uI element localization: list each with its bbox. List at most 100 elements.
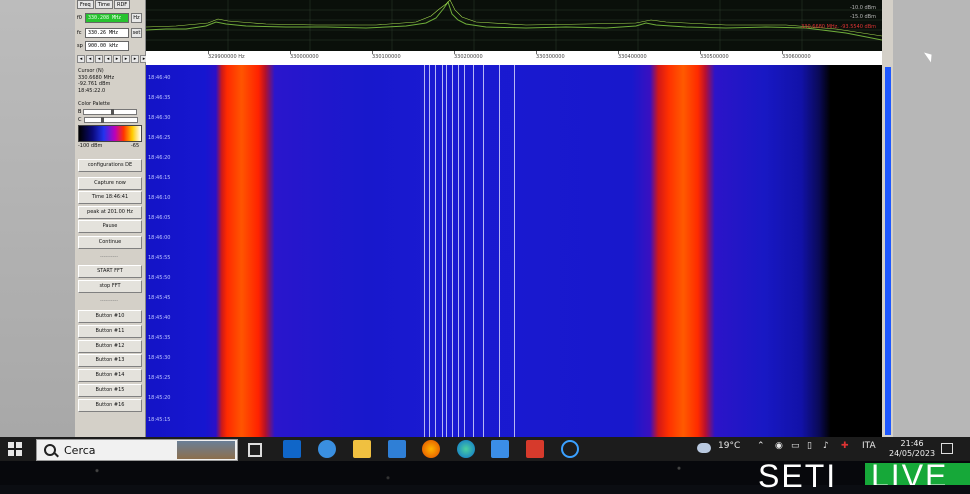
tray-monitor-icon[interactable]: ▭ xyxy=(791,441,800,451)
button-10[interactable]: Button #10 xyxy=(78,310,142,323)
capture-now-button[interactable]: Capture now xyxy=(78,177,142,190)
time-label: 18:46:30 xyxy=(148,115,171,121)
start-fft-button[interactable]: START FFT xyxy=(78,265,142,278)
system-clock[interactable]: 21:46 24/05/2023 xyxy=(889,439,935,459)
frequency-axis: 329900000 Hz 330000000 330100000 3302000… xyxy=(146,51,882,66)
time-label: 18:45:15 xyxy=(148,417,171,423)
chat-icon[interactable] xyxy=(318,440,336,458)
time-label: 18:45:45 xyxy=(148,295,171,301)
sdr-waterfall-app: Freq Time RDF f0 330.208 MHz Hz fc 330.2… xyxy=(75,0,893,437)
time-label: 18:46:40 xyxy=(148,75,171,81)
f0-field[interactable]: 330.208 MHz xyxy=(85,13,129,23)
vs-code-icon[interactable] xyxy=(491,440,509,458)
tab-freq[interactable]: Freq xyxy=(77,0,94,9)
time-label: 18:46:35 xyxy=(148,95,171,101)
button-11[interactable]: Button #11 xyxy=(78,325,142,338)
windows-start-icon[interactable] xyxy=(8,442,22,456)
spectrum-trace-avg xyxy=(146,0,882,41)
brightness-thumb[interactable] xyxy=(110,109,114,115)
brightness-slider[interactable]: B xyxy=(78,109,138,115)
button-12[interactable]: Button #12 xyxy=(78,340,142,353)
time-label: 18:46:10 xyxy=(148,195,171,201)
mode-tabs: Freq Time RDF xyxy=(77,0,131,9)
notification-icon[interactable] xyxy=(941,443,953,454)
time-label: 18:45:25 xyxy=(148,375,171,381)
tray-chevron-icon[interactable]: ⌃ xyxy=(757,441,765,451)
time-label: 18:45:35 xyxy=(148,335,171,341)
waterfall-scrollbar[interactable] xyxy=(882,51,893,437)
internet-explorer-icon[interactable] xyxy=(561,440,579,458)
firefox-icon[interactable] xyxy=(422,440,440,458)
fc-set-button[interactable]: set xyxy=(131,28,142,38)
stop-fft-button[interactable]: stop FFT xyxy=(78,280,142,293)
search-highlight-image xyxy=(177,441,235,459)
volume-icon[interactable]: ♪ xyxy=(823,441,829,451)
time-label: 18:45:55 xyxy=(148,255,171,261)
outlook-icon[interactable] xyxy=(283,440,301,458)
pause-button[interactable]: Pause xyxy=(78,220,142,233)
step-left-icon[interactable]: ◂ xyxy=(86,55,94,63)
button-13[interactable]: Button #13 xyxy=(78,354,142,367)
security-alert-icon[interactable]: ✚ xyxy=(841,441,849,451)
freq-tick: 330600000 xyxy=(782,54,811,60)
freq-tick: 330000000 xyxy=(290,54,319,60)
continue-button[interactable]: Continue xyxy=(78,236,142,249)
spectrum-plot[interactable]: 330.6680 MHz, -93.5540 dBm -10.0 dBm -15… xyxy=(146,0,882,51)
spectrum-trace-peak xyxy=(146,0,882,37)
button-14[interactable]: Button #14 xyxy=(78,369,142,382)
tab-rdf[interactable]: RDF xyxy=(113,0,131,9)
weather-icon xyxy=(697,443,711,453)
video-app-icon[interactable] xyxy=(526,440,544,458)
fc-field[interactable]: 330.26 MHz xyxy=(85,28,129,38)
freq-tick: 330300000 xyxy=(536,54,565,60)
time-label: 18:46:00 xyxy=(148,235,171,241)
step-left-icon[interactable]: ◂ xyxy=(104,55,112,63)
cursor-info: Cursor (N) 330.6680 MHz -92.761 dBm 18:4… xyxy=(78,68,114,94)
cursor-power: -92.761 dBm xyxy=(78,81,111,87)
spectrum-svg xyxy=(146,0,882,51)
waterfall-display[interactable]: 18:46:40 18:46:35 18:46:30 18:46:25 18:4… xyxy=(146,65,882,437)
taskbar-search-box[interactable]: Cerca xyxy=(36,439,238,461)
f0-label: f0 xyxy=(77,15,82,21)
config-button[interactable]: configurations DE xyxy=(78,159,142,172)
language-indicator[interactable]: ITA xyxy=(862,441,876,451)
edge-icon[interactable] xyxy=(457,440,475,458)
button-16[interactable]: Button #16 xyxy=(78,399,142,412)
file-explorer-icon[interactable] xyxy=(353,440,371,458)
time-label: 18:46:05 xyxy=(148,215,171,221)
spectrum-readout: 330.6680 MHz, -93.5540 dBm xyxy=(801,24,876,30)
task-view-icon[interactable] xyxy=(248,443,262,457)
contrast-slider[interactable]: C xyxy=(78,117,138,123)
separator: ---------- xyxy=(99,298,119,304)
network-icon[interactable]: ▯ xyxy=(807,441,812,451)
weather-temp[interactable]: 19°C xyxy=(718,441,740,451)
time-label: 18:46:20 xyxy=(148,155,171,161)
freq-tick: 330100000 xyxy=(372,54,401,60)
span-label: sp xyxy=(77,43,83,49)
f0-hz-button[interactable]: Hz xyxy=(131,13,142,23)
peak-button[interactable]: peak at 201.00 Hz xyxy=(78,206,142,219)
time-button[interactable]: Time 18:46:41 xyxy=(78,191,142,204)
time-label: 18:45:30 xyxy=(148,355,171,361)
store-icon[interactable] xyxy=(388,440,406,458)
step-right-icon[interactable]: ▸ xyxy=(122,55,130,63)
step-right-icon[interactable]: ▸ xyxy=(113,55,121,63)
scrollbar-thumb[interactable] xyxy=(885,67,891,435)
step-left-icon[interactable]: ◂ xyxy=(77,55,85,63)
freq-tick: 330200000 xyxy=(454,54,483,60)
tab-time[interactable]: Time xyxy=(94,0,113,9)
palette-max-label: -65 xyxy=(131,143,140,149)
span-field[interactable]: 900.00 kHz xyxy=(85,41,129,51)
button-15[interactable]: Button #15 xyxy=(78,384,142,397)
tray-app-icon[interactable]: ◉ xyxy=(775,441,783,451)
brightness-label: B xyxy=(78,109,82,115)
step-right-icon[interactable]: ▸ xyxy=(131,55,139,63)
search-placeholder: Cerca xyxy=(64,444,96,457)
palette-title: Color Palette xyxy=(78,101,110,107)
contrast-thumb[interactable] xyxy=(101,117,105,123)
time-label: 18:45:50 xyxy=(148,275,171,281)
fc-row: fc 330.26 MHz set xyxy=(77,28,142,38)
step-left-icon[interactable]: ◂ xyxy=(95,55,103,63)
spectrum-grid xyxy=(146,0,882,51)
desktop-left-margin xyxy=(0,0,75,437)
